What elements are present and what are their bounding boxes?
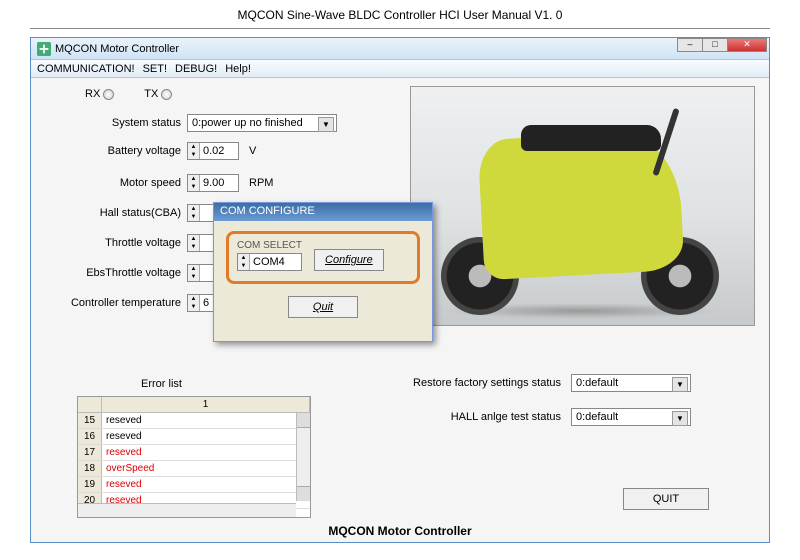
hall-test-status-select[interactable]: 0:default — [571, 408, 691, 426]
page-header: MQCON Sine-Wave BLDC Controller HCI User… — [0, 0, 800, 26]
row-value: overSpeed — [102, 461, 310, 476]
motor-speed-input[interactable]: ▲▼ — [187, 174, 239, 192]
error-list-label: Error list — [141, 378, 182, 390]
spinner-up-icon[interactable]: ▲ — [188, 205, 199, 213]
row-number: 15 — [78, 413, 102, 428]
error-list-grid[interactable]: 1 15reseved16reseved17reseved18overSpeed… — [77, 396, 311, 518]
table-row[interactable]: 19reseved — [78, 477, 310, 493]
battery-voltage-unit: V — [249, 145, 256, 157]
menu-help[interactable]: Help! — [225, 63, 251, 75]
menu-communication[interactable]: COMMUNICATION! — [37, 63, 135, 75]
row-value: reseved — [102, 429, 310, 444]
spinner-down-icon[interactable]: ▼ — [188, 273, 199, 281]
com-select-label: COM SELECT — [237, 240, 302, 251]
footer-text: MQCON Motor Controller — [31, 524, 769, 538]
restore-status-select[interactable]: 0:default — [571, 374, 691, 392]
scrollbar-horizontal[interactable] — [78, 503, 296, 517]
product-image — [410, 86, 755, 326]
table-row[interactable]: 15reseved — [78, 413, 310, 429]
dialog-title: COM CONFIGURE — [214, 203, 432, 221]
row-number: 19 — [78, 477, 102, 492]
spinner-up-icon[interactable]: ▲ — [188, 265, 199, 273]
quit-button[interactable]: QUIT — [623, 488, 709, 510]
menubar: COMMUNICATION! SET! DEBUG! Help! — [31, 60, 769, 78]
row-number: 17 — [78, 445, 102, 460]
app-icon — [37, 42, 51, 56]
menu-debug[interactable]: DEBUG! — [175, 63, 217, 75]
motor-speed-unit: RPM — [249, 177, 273, 189]
close-button[interactable]: ✕ — [727, 38, 767, 52]
row-number: 18 — [78, 461, 102, 476]
spinner-up-icon[interactable]: ▲ — [188, 175, 199, 183]
battery-voltage-input[interactable]: ▲▼ — [187, 142, 239, 160]
com-select-input[interactable]: ▲▼ — [237, 253, 302, 271]
spinner-down-icon[interactable]: ▼ — [188, 243, 199, 251]
row-number: 16 — [78, 429, 102, 444]
minimize-button[interactable]: – — [677, 38, 703, 52]
row-value: reseved — [102, 413, 310, 428]
restore-status-label: Restore factory settings status — [381, 377, 561, 389]
controller-temp-label: Controller temperature — [41, 297, 181, 309]
system-status-select[interactable]: 0:power up no finished — [187, 114, 337, 132]
dialog-quit-button[interactable]: Quit — [288, 296, 358, 318]
configure-button[interactable]: Configure — [314, 249, 384, 271]
table-row[interactable]: 16reseved — [78, 429, 310, 445]
tx-indicator-icon — [161, 89, 172, 100]
divider — [30, 28, 770, 29]
spinner-down-icon[interactable]: ▼ — [188, 151, 199, 159]
rx-indicator-icon — [103, 89, 114, 100]
table-row[interactable]: 17reseved — [78, 445, 310, 461]
titlebar: MQCON Motor Controller – □ ✕ — [31, 38, 769, 60]
client-area: RX TX System status 0:power up no finish… — [31, 78, 769, 542]
menu-set[interactable]: SET! — [143, 63, 167, 75]
battery-voltage-label: Battery voltage — [41, 145, 181, 157]
row-value: reseved — [102, 445, 310, 460]
spinner-down-icon[interactable]: ▼ — [188, 183, 199, 191]
spinner-down-icon[interactable]: ▼ — [188, 213, 199, 221]
throttle-voltage-label: Throttle voltage — [41, 237, 181, 249]
com-configure-dialog: COM CONFIGURE COM SELECT ▲▼ Configure Qu… — [213, 202, 433, 342]
maximize-button[interactable]: □ — [702, 38, 728, 52]
spinner-up-icon[interactable]: ▲ — [188, 143, 199, 151]
row-value: reseved — [102, 477, 310, 492]
error-col-header: 1 — [102, 397, 310, 412]
hall-test-status-label: HALL anlge test status — [381, 411, 561, 423]
app-window: MQCON Motor Controller – □ ✕ COMMUNICATI… — [30, 37, 770, 543]
scrollbar-vertical[interactable] — [296, 413, 310, 501]
hall-status-label: Hall status(CBA) — [41, 207, 181, 219]
table-row[interactable]: 18overSpeed — [78, 461, 310, 477]
motor-speed-label: Motor speed — [41, 177, 181, 189]
system-status-label: System status — [41, 117, 181, 129]
ebs-throttle-label: EbsThrottle voltage — [41, 267, 181, 279]
spinner-up-icon[interactable]: ▲ — [188, 295, 199, 303]
spinner-down-icon[interactable]: ▼ — [188, 303, 199, 311]
scooter-body-icon — [477, 130, 684, 280]
window-title: MQCON Motor Controller — [55, 43, 179, 55]
spinner-up-icon[interactable]: ▲ — [238, 254, 249, 262]
scooter-seat-icon — [521, 125, 661, 151]
spinner-up-icon[interactable]: ▲ — [188, 235, 199, 243]
spinner-down-icon[interactable]: ▼ — [238, 262, 249, 270]
tx-label: TX — [144, 88, 172, 100]
rx-label: RX — [85, 88, 114, 100]
com-select-highlight: COM SELECT ▲▼ Configure — [226, 231, 420, 284]
